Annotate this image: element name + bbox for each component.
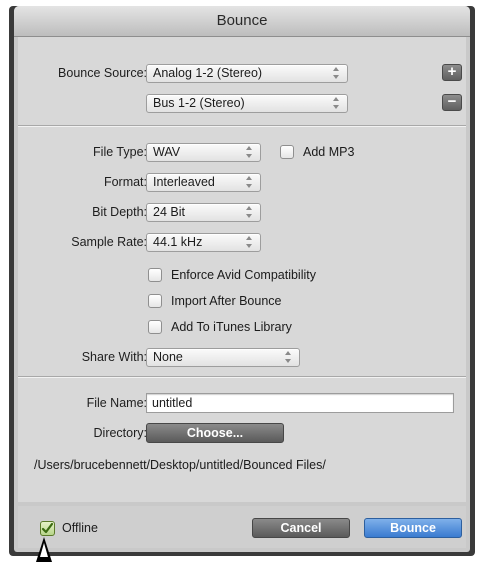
add-source-button[interactable]: +: [442, 64, 462, 81]
share-with-popup[interactable]: None: [146, 348, 300, 367]
popup-arrows-icon: [245, 146, 254, 158]
dialog-footer: Offline Cancel Bounce: [18, 506, 466, 548]
import-after-bounce-label: Import After Bounce: [171, 294, 282, 308]
popup-arrows-icon: [332, 67, 341, 79]
file-name-label: File Name:: [86, 396, 147, 410]
bounce-button[interactable]: Bounce: [364, 518, 462, 538]
enforce-avid-label: Enforce Avid Compatibility: [171, 268, 316, 282]
bounce-source-popup[interactable]: Analog 1-2 (Stereo): [146, 64, 348, 83]
format-popup[interactable]: Interleaved: [146, 173, 261, 192]
bit-depth-label: Bit Depth:: [92, 205, 147, 219]
bounce-source-value: Analog 1-2 (Stereo): [153, 66, 263, 80]
file-type-label: File Type:: [93, 145, 147, 159]
directory-label: Directory:: [93, 426, 147, 440]
add-mp3-checkbox[interactable]: [280, 145, 294, 159]
popup-arrows-icon: [284, 351, 293, 363]
format-label: Format:: [103, 175, 147, 189]
bounce-source-secondary-value: Bus 1-2 (Stereo): [153, 96, 245, 110]
bit-depth-popup[interactable]: 24 Bit: [146, 203, 261, 222]
settings-panel: Bounce Source: Analog 1-2 (Stereo) Bus 1…: [18, 37, 466, 502]
popup-arrows-icon: [245, 206, 254, 218]
bounce-dialog: Bounce Bounce Source: Analog 1-2 (Stereo…: [14, 6, 470, 552]
bounce-source-secondary-popup[interactable]: Bus 1-2 (Stereo): [146, 94, 348, 113]
cursor-pointer-icon: [36, 537, 52, 562]
checkmark-icon: [41, 522, 54, 534]
section-divider: [18, 376, 466, 378]
share-with-value: None: [153, 350, 183, 364]
dialog-title: Bounce: [14, 6, 470, 37]
remove-source-button[interactable]: −: [442, 94, 462, 111]
directory-path: /Users/brucebennett/Desktop/untitled/Bou…: [34, 458, 326, 472]
bounce-source-label: Bounce Source:: [58, 66, 147, 80]
enforce-avid-checkbox[interactable]: [148, 268, 162, 282]
bit-depth-value: 24 Bit: [153, 205, 185, 219]
file-type-popup[interactable]: WAV: [146, 143, 261, 162]
section-divider: [18, 125, 466, 127]
offline-checkbox[interactable]: [40, 521, 55, 536]
file-name-input[interactable]: untitled: [146, 393, 454, 413]
sample-rate-popup[interactable]: 44.1 kHz: [146, 233, 261, 252]
sample-rate-label: Sample Rate:: [71, 235, 147, 249]
choose-directory-button[interactable]: Choose...: [146, 423, 284, 443]
file-type-value: WAV: [153, 145, 181, 159]
format-value: Interleaved: [153, 175, 215, 189]
import-after-bounce-checkbox[interactable]: [148, 294, 162, 308]
add-mp3-label: Add MP3: [303, 145, 355, 159]
add-to-itunes-checkbox[interactable]: [148, 320, 162, 334]
popup-arrows-icon: [245, 236, 254, 248]
popup-arrows-icon: [245, 176, 254, 188]
add-to-itunes-label: Add To iTunes Library: [171, 320, 292, 334]
share-with-label: Share With:: [81, 350, 147, 364]
popup-arrows-icon: [332, 97, 341, 109]
offline-label: Offline: [62, 521, 98, 535]
cancel-button[interactable]: Cancel: [252, 518, 350, 538]
sample-rate-value: 44.1 kHz: [153, 235, 203, 249]
